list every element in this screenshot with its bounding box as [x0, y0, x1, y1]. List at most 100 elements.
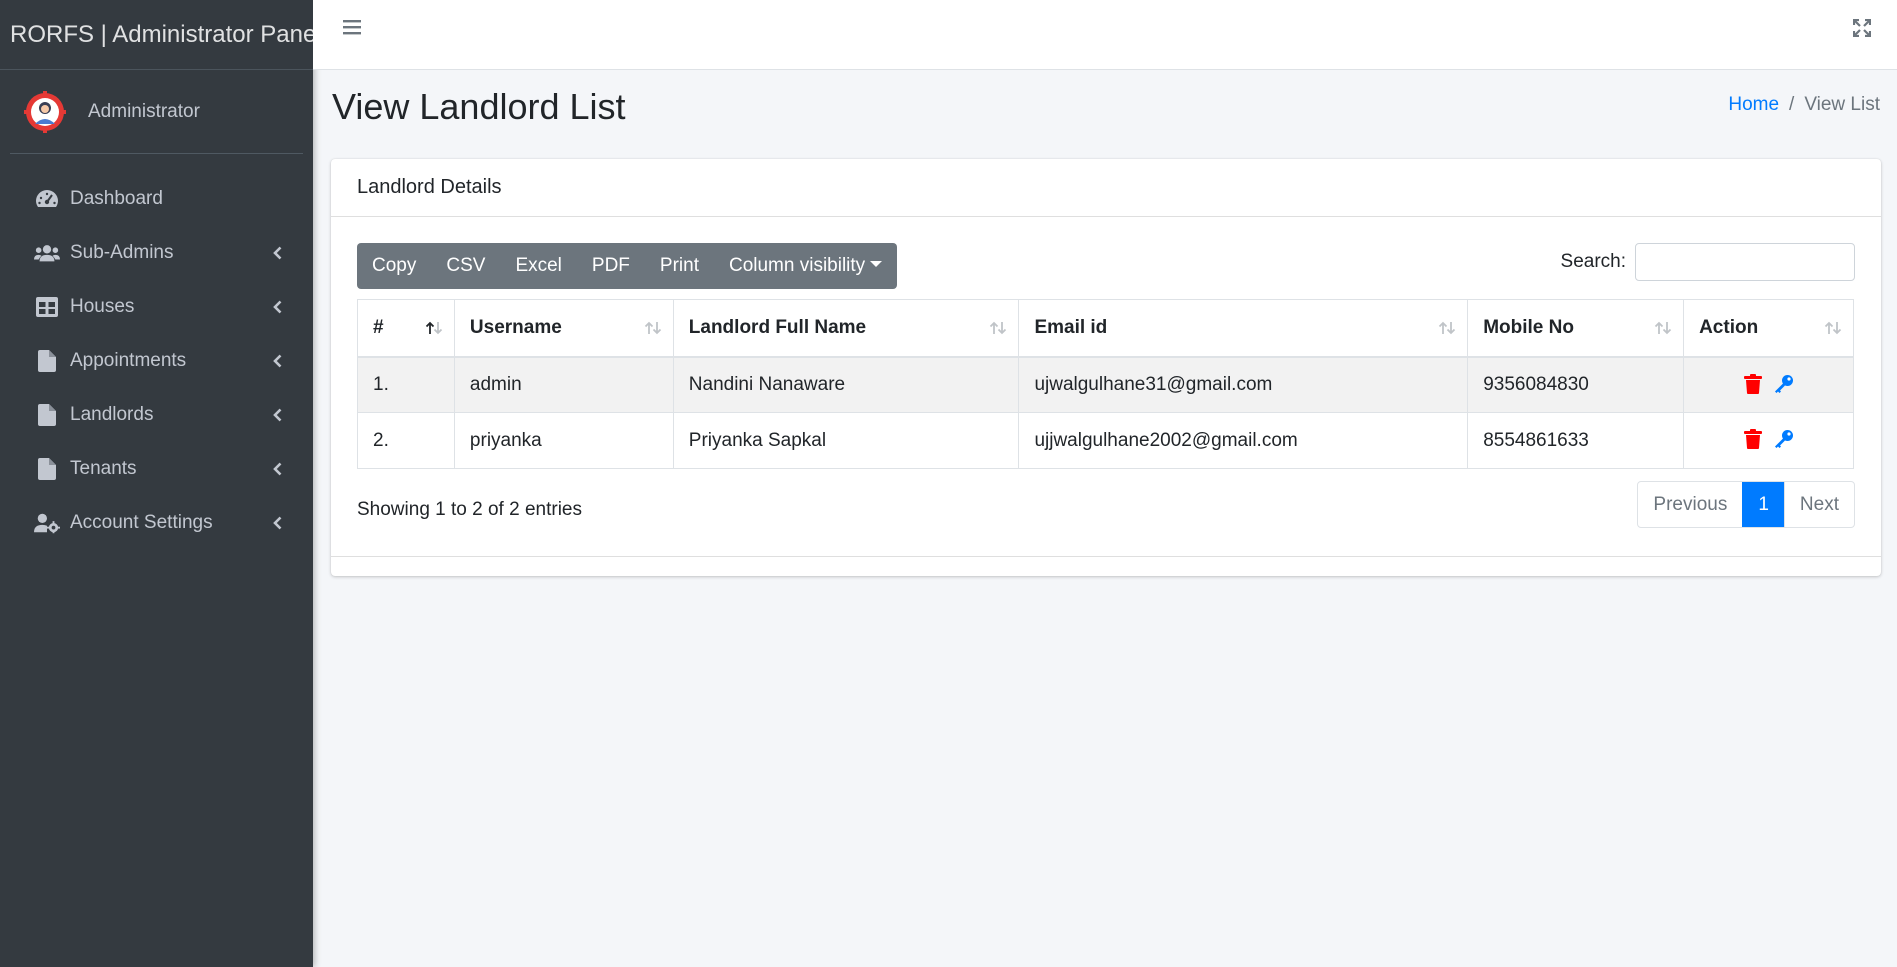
- cell-number: 1.: [357, 356, 455, 413]
- file-icon: [34, 403, 60, 427]
- sidebar-item-label: Houses: [70, 296, 135, 317]
- landlord-details-card: Landlord Details Copy CSV Excel PDF Prin…: [331, 159, 1881, 576]
- chevron-left-icon: [271, 353, 283, 369]
- key-icon[interactable]: [1774, 374, 1794, 396]
- column-header-number[interactable]: #: [357, 299, 455, 358]
- breadcrumb-current: View List: [1804, 94, 1880, 115]
- column-header-label: Landlord Full Name: [688, 316, 867, 338]
- sidebar-item-label: Appointments: [70, 350, 187, 371]
- card-header: Landlord Details: [331, 159, 1881, 217]
- sidebar-item-sub-admins[interactable]: Sub-Admins: [0, 226, 313, 280]
- sort-icon: [643, 320, 663, 336]
- sidebar-item-appointments[interactable]: Appointments: [0, 334, 313, 388]
- column-header-mobile[interactable]: Mobile No: [1467, 299, 1685, 358]
- sidebar-item-houses[interactable]: Houses: [0, 280, 313, 334]
- column-header-full-name[interactable]: Landlord Full Name: [672, 299, 1020, 358]
- brand[interactable]: RORFS | Administrator Panel: [0, 0, 322, 70]
- cell-username: priyanka: [453, 412, 674, 469]
- cell-number: 2.: [357, 412, 455, 469]
- trash-icon[interactable]: [1743, 429, 1763, 451]
- column-header-username[interactable]: Username: [453, 299, 674, 358]
- sort-icon: [1823, 320, 1843, 336]
- cell-actions: [1683, 356, 1854, 413]
- search-area: Search:: [1561, 243, 1855, 281]
- table-row: 2. priyanka Priyanka Sapkal ujjwalgulhan…: [357, 412, 1854, 469]
- breadcrumb-separator: /: [1789, 94, 1795, 115]
- column-header-action[interactable]: Action: [1683, 299, 1854, 358]
- tachometer-icon: [34, 187, 60, 211]
- page-title: View Landlord List: [332, 86, 626, 127]
- sidebar-item-label: Account Settings: [70, 512, 213, 533]
- card-footer-divider: [331, 556, 1881, 557]
- cell-mobile: 9356084830: [1467, 356, 1685, 413]
- sort-icon: [1437, 320, 1457, 336]
- sidebar-item-tenants[interactable]: Tenants: [0, 442, 313, 496]
- export-button-group: Copy CSV Excel PDF Print Column visibili…: [357, 243, 898, 289]
- copy-button[interactable]: Copy: [357, 243, 431, 289]
- print-button[interactable]: Print: [645, 243, 714, 289]
- breadcrumb-home-link[interactable]: Home: [1728, 94, 1779, 116]
- csv-button[interactable]: CSV: [431, 243, 500, 289]
- card-title: Landlord Details: [357, 176, 502, 198]
- column-header-email[interactable]: Email id: [1018, 299, 1469, 358]
- pagination: Previous 1 Next: [1637, 481, 1855, 528]
- pdf-button[interactable]: PDF: [577, 243, 645, 289]
- sidebar-item-label: Landlords: [70, 404, 154, 425]
- sort-icon: [988, 320, 1008, 336]
- sidebar-item-label: Tenants: [70, 458, 137, 479]
- pagination-page-1[interactable]: 1: [1742, 482, 1784, 527]
- user-cog-icon: [34, 511, 60, 535]
- column-visibility-label: Column visibility: [728, 255, 866, 276]
- fullscreen-icon[interactable]: [1852, 18, 1872, 38]
- user-panel: Administrator: [10, 70, 303, 154]
- key-icon[interactable]: [1774, 429, 1794, 451]
- chevron-left-icon: [271, 461, 283, 477]
- cell-full-name: Nandini Nanaware: [672, 356, 1020, 413]
- sidebar-item-dashboard[interactable]: Dashboard: [0, 172, 313, 226]
- users-icon: [34, 241, 60, 265]
- trash-icon[interactable]: [1743, 373, 1763, 396]
- table-info: Showing 1 to 2 of 2 entries: [357, 499, 582, 520]
- column-visibility-button[interactable]: Column visibility: [714, 243, 897, 289]
- column-header-label: Mobile No: [1483, 316, 1574, 338]
- column-header-label: Username: [469, 316, 562, 338]
- chevron-left-icon: [271, 245, 283, 261]
- cell-actions: [1683, 412, 1854, 469]
- file-icon: [34, 457, 60, 481]
- cell-email: ujwalgulhane31@gmail.com: [1018, 356, 1469, 413]
- caret-down-icon: [870, 261, 883, 267]
- table-icon: [34, 295, 60, 319]
- sidebar: RORFS | Administrator Panel Administrato…: [0, 0, 322, 967]
- sidebar-nav: Dashboard Sub-Admins Houses Appointments: [0, 172, 313, 550]
- column-header-label: #: [373, 316, 384, 338]
- cell-email: ujjwalgulhane2002@gmail.com: [1018, 412, 1469, 469]
- search-input[interactable]: [1635, 243, 1855, 281]
- column-header-label: Email id: [1034, 316, 1108, 338]
- admin-avatar-icon: [24, 90, 66, 133]
- top-navbar: [313, 0, 1897, 70]
- chevron-left-icon: [271, 299, 283, 315]
- pagination-next[interactable]: Next: [1783, 482, 1854, 527]
- sidebar-item-account-settings[interactable]: Account Settings: [0, 496, 313, 550]
- chevron-left-icon: [271, 515, 283, 531]
- table-row: 1. admin Nandini Nanaware ujwalgulhane31…: [357, 356, 1854, 413]
- excel-button[interactable]: Excel: [500, 243, 576, 289]
- search-label: Search:: [1560, 251, 1626, 272]
- hamburger-menu-icon[interactable]: [343, 18, 363, 38]
- column-header-label: Action: [1699, 316, 1759, 338]
- sidebar-item-label: Sub-Admins: [70, 242, 174, 263]
- chevron-left-icon: [271, 407, 283, 423]
- sidebar-item-landlords[interactable]: Landlords: [0, 388, 313, 442]
- table-header-row: # Username Landlord Full Name Email id M…: [357, 299, 1854, 358]
- user-name[interactable]: Administrator: [88, 101, 200, 123]
- cell-username: admin: [453, 356, 674, 413]
- sort-asc-icon: [424, 320, 444, 336]
- landlord-table: # Username Landlord Full Name Email id M…: [357, 299, 1854, 469]
- cell-full-name: Priyanka Sapkal: [672, 412, 1020, 469]
- cell-mobile: 8554861633: [1467, 412, 1685, 469]
- file-icon: [34, 349, 60, 373]
- sidebar-item-label: Dashboard: [70, 188, 163, 209]
- sort-icon: [1653, 320, 1673, 336]
- brand-text[interactable]: RORFS | Administrator Panel: [10, 21, 322, 49]
- pagination-previous[interactable]: Previous: [1638, 482, 1742, 527]
